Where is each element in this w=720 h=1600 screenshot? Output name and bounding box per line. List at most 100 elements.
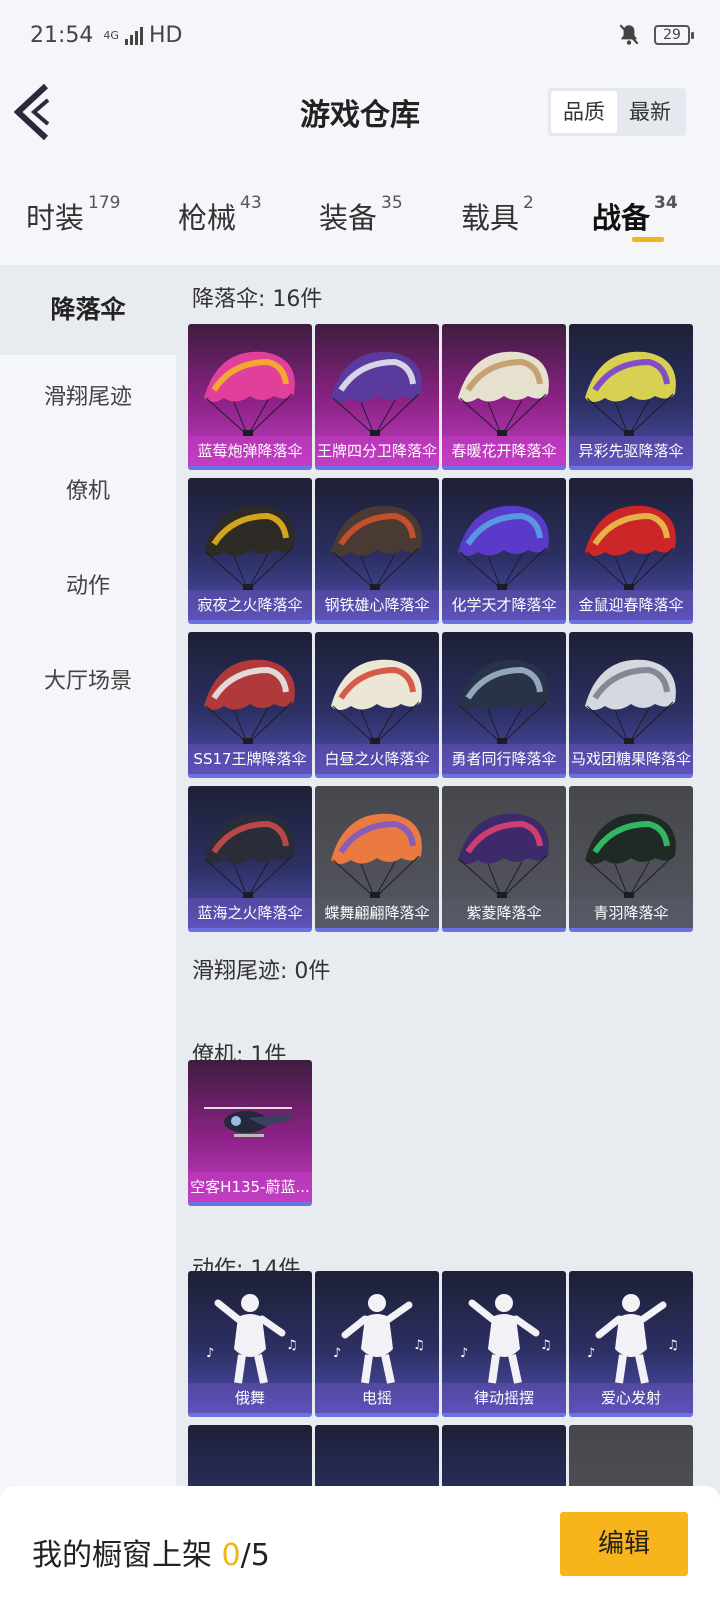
tab-label: 时装 [26,201,85,235]
parachute-card-label: 紫菱降落伞 [442,898,566,928]
parachute-card-label: 寂夜之火降落伞 [188,590,312,620]
svg-text:♫: ♫ [286,1338,298,1353]
parachute-card-label: 马戏团糖果降落伞 [569,744,693,774]
parachute-card-label: 白昼之火降落伞 [315,744,439,774]
parachute-card-label: SS17王牌降落伞 [188,744,312,774]
tab-battle-gear[interactable]: 战备 34 [592,193,678,237]
parachute-card-label: 钢铁雄心降落伞 [315,590,439,620]
status-left: 21:54 4G HD [30,23,182,48]
sort-quality-button[interactable]: 品质 [551,91,617,133]
emote-figure-icon: ♪♫ [333,1294,425,1384]
parachute-icon [458,659,549,744]
sidebar-item-emote[interactable]: 动作 [0,568,176,600]
mute-bell-icon [619,24,639,45]
section-title-parachute: 降落伞: 16件 [192,287,323,312]
parachute-icon [585,351,676,436]
app: 21:54 4G HD 29 游戏仓库 品质 最新 时装 179 枪械 43 装备 3… [0,0,720,1600]
tab-label: 载具 [461,201,520,235]
showcase-label: 我的橱窗上架 [32,1538,222,1573]
parachute-icon [204,505,295,590]
svg-text:♫: ♫ [413,1338,425,1353]
battery-level: 29 [663,27,681,43]
emote-card-label: 律动摇摆 [442,1383,566,1413]
parachute-icon [585,659,676,744]
parachute-card[interactable]: 金鼠迎春降落伞 [569,478,693,624]
tab-count: 43 [240,193,262,213]
parachute-icon [458,351,549,436]
parachute-card[interactable]: 勇者同行降落伞 [442,632,566,778]
sidebar-item-wingman[interactable]: 僚机 [0,473,176,505]
edit-button[interactable]: 编辑 [560,1512,688,1576]
emote-card[interactable]: ♪ ♫ 俄舞 [188,1271,312,1417]
parachute-card[interactable]: 王牌四分卫降落伞 [315,324,439,470]
tab-count: 2 [523,193,534,213]
parachute-card[interactable]: 寂夜之火降落伞 [188,478,312,624]
emote-card[interactable]: ♪ ♫ 律动摇摆 [442,1271,566,1417]
svg-text:♪: ♪ [206,1346,214,1361]
parachute-card-label: 蓝海之火降落伞 [188,898,312,928]
emote-card[interactable]: ♪ ♫ 爱心发射 [569,1271,693,1417]
status-bar: 21:54 4G HD 29 [0,0,720,70]
parachute-card[interactable]: 春暖花开降落伞 [442,324,566,470]
parachute-icon [585,505,676,590]
parachute-card[interactable]: 马戏团糖果降落伞 [569,632,693,778]
tab-equipment[interactable]: 装备 35 [319,193,403,237]
parachute-card[interactable]: 蝶舞翩翩降落伞 [315,786,439,932]
parachute-icon [204,351,295,436]
parachute-icon [204,813,295,898]
parachute-card[interactable]: 蓝海之火降落伞 [188,786,312,932]
parachute-card[interactable]: 青羽降落伞 [569,786,693,932]
parachute-card[interactable]: 钢铁雄心降落伞 [315,478,439,624]
tab-label: 战备 [592,201,651,235]
showcase-status: 我的橱窗上架 0/5 [32,1530,270,1574]
parachute-card-label: 勇者同行降落伞 [442,744,566,774]
sidebar-item-parachute[interactable]: 降落伞 [0,265,176,355]
parachute-card-label: 王牌四分卫降落伞 [315,436,439,466]
tab-count: 35 [381,193,403,213]
tab-label: 枪械 [178,201,237,235]
parachute-card[interactable]: 化学天才降落伞 [442,478,566,624]
sort-toggle: 品质 最新 [548,88,686,136]
svg-text:♫: ♫ [667,1338,679,1353]
emote-card-label: 俄舞 [188,1383,312,1413]
parachute-card[interactable]: 白昼之火降落伞 [315,632,439,778]
network-type: 4G [103,28,119,42]
emote-figure-icon: ♪♫ [460,1294,552,1384]
parachute-card-label: 化学天才降落伞 [442,590,566,620]
showcase-total: /5 [240,1538,270,1573]
parachute-icon [458,505,549,590]
parachute-card[interactable]: SS17王牌降落伞 [188,632,312,778]
parachute-icon [331,351,422,436]
svg-text:♪: ♪ [333,1346,341,1361]
item-grid-panel: 降落伞: 16件 滑翔尾迹: 0件 僚机: 1件 动作: 14件 蓝莓炮弹降落伞… [176,265,720,1600]
tab-guns[interactable]: 枪械 43 [178,193,262,237]
bottom-bar: 我的橱窗上架 0/5 编辑 [0,1486,720,1600]
emote-card[interactable]: ♪ ♫ 电摇 [315,1271,439,1417]
status-time: 21:54 [30,22,94,48]
category-tabs: 时装 179 枪械 43 装备 35 载具 2 战备 34 [0,155,720,265]
parachute-icon [585,813,676,898]
showcase-current: 0 [221,1538,241,1573]
wingman-card[interactable]: 空客H135-蔚蓝... [188,1060,312,1206]
section-title-trail: 滑翔尾迹: 0件 [192,959,331,984]
status-right: 29 [616,22,694,48]
parachute-icon [458,813,549,898]
wingman-card-label: 空客H135-蔚蓝... [188,1172,312,1202]
parachute-card[interactable]: 蓝莓炮弹降落伞 [188,324,312,470]
svg-text:♪: ♪ [460,1346,468,1361]
parachute-card-label: 金鼠迎春降落伞 [569,590,693,620]
parachute-card[interactable]: 异彩先驱降落伞 [569,324,693,470]
battery-icon: 29 [654,25,694,45]
signal-icon [124,25,143,45]
sidebar: 降落伞 滑翔尾迹 僚机 动作 大厅场景 [0,265,176,1600]
hd-indicator: HD [148,22,183,48]
sidebar-item-lobby-scene[interactable]: 大厅场景 [0,663,176,695]
tab-fashion[interactable]: 时装 179 [26,193,120,237]
svg-text:♫: ♫ [540,1338,552,1353]
parachute-icon [331,659,422,744]
sidebar-item-trail[interactable]: 滑翔尾迹 [0,379,176,411]
sort-newest-button[interactable]: 最新 [617,91,683,133]
tab-vehicles[interactable]: 载具 2 [461,193,534,237]
parachute-card[interactable]: 紫菱降落伞 [442,786,566,932]
svg-text:♪: ♪ [587,1346,595,1361]
